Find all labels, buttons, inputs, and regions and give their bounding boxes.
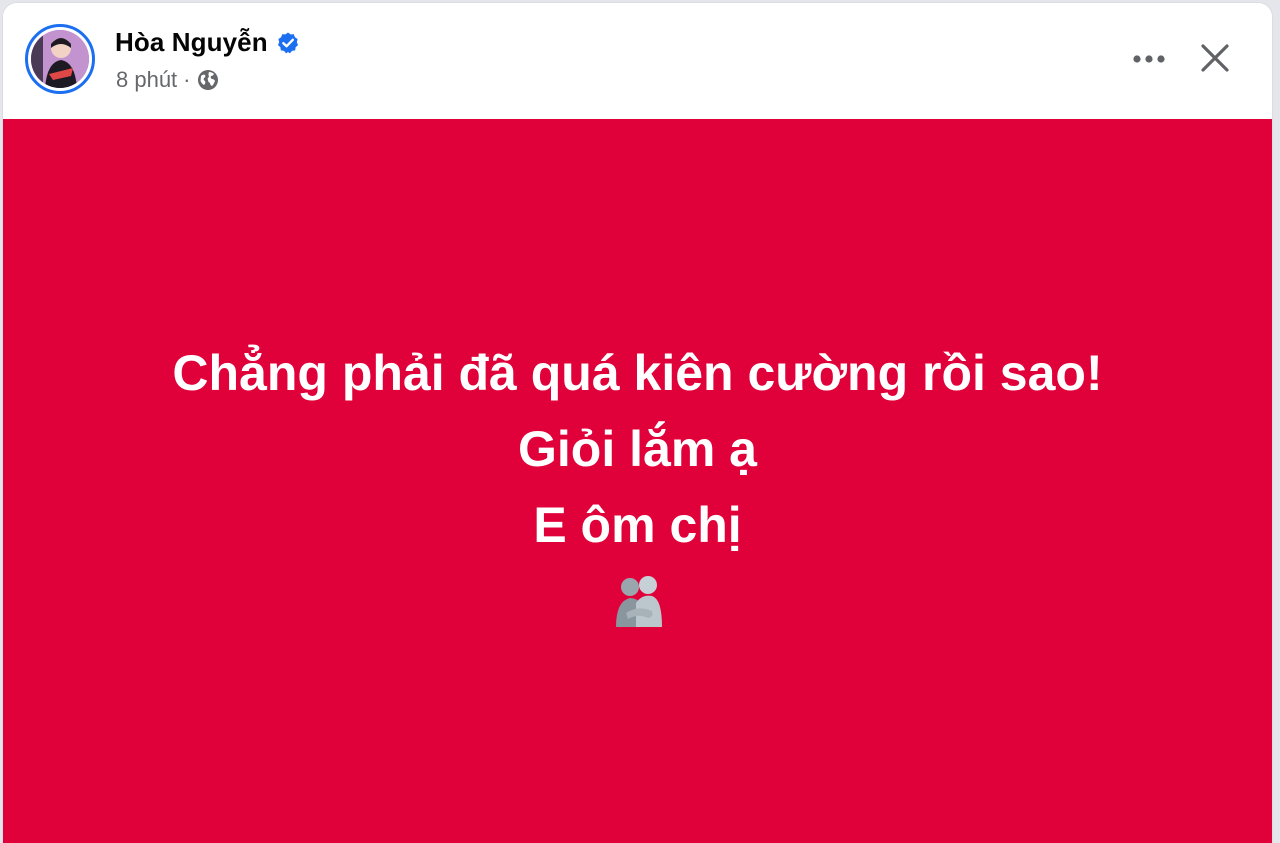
post-background-content: Chẳng phải đã quá kiên cường rồi sao! Gi… xyxy=(3,119,1272,843)
hug-emoji-icon xyxy=(615,576,662,627)
verified-badge-icon xyxy=(276,31,300,55)
author-name[interactable]: Hòa Nguyễn xyxy=(115,27,268,58)
close-button[interactable] xyxy=(1193,36,1237,80)
meta-separator: · xyxy=(183,67,191,92)
more-options-icon xyxy=(1133,55,1165,63)
avatar-image xyxy=(31,30,89,88)
avatar[interactable] xyxy=(25,24,95,94)
close-icon xyxy=(1201,44,1229,72)
avatar-portrait-icon xyxy=(31,30,89,88)
globe-icon[interactable] xyxy=(197,69,219,91)
post-text-line-1: Chẳng phải đã quá kiên cường rồi sao! xyxy=(172,345,1103,401)
author-row: Hòa Nguyễn xyxy=(115,27,300,58)
post-header: Hòa Nguyễn 8 phút · xyxy=(3,3,1272,119)
post-text-line-3: E ôm chị xyxy=(533,497,742,553)
post-dialog: Hòa Nguyễn 8 phút · Chẳng phải đã quá ki… xyxy=(3,3,1272,843)
post-time[interactable]: 8 phút xyxy=(116,67,177,93)
more-options-button[interactable] xyxy=(1127,39,1171,79)
post-text-line-2: Giỏi lắm ạ xyxy=(518,421,757,477)
post-meta: 8 phút · xyxy=(116,67,219,93)
post-text: Chẳng phải đã quá kiên cường rồi sao! Gi… xyxy=(3,335,1272,631)
